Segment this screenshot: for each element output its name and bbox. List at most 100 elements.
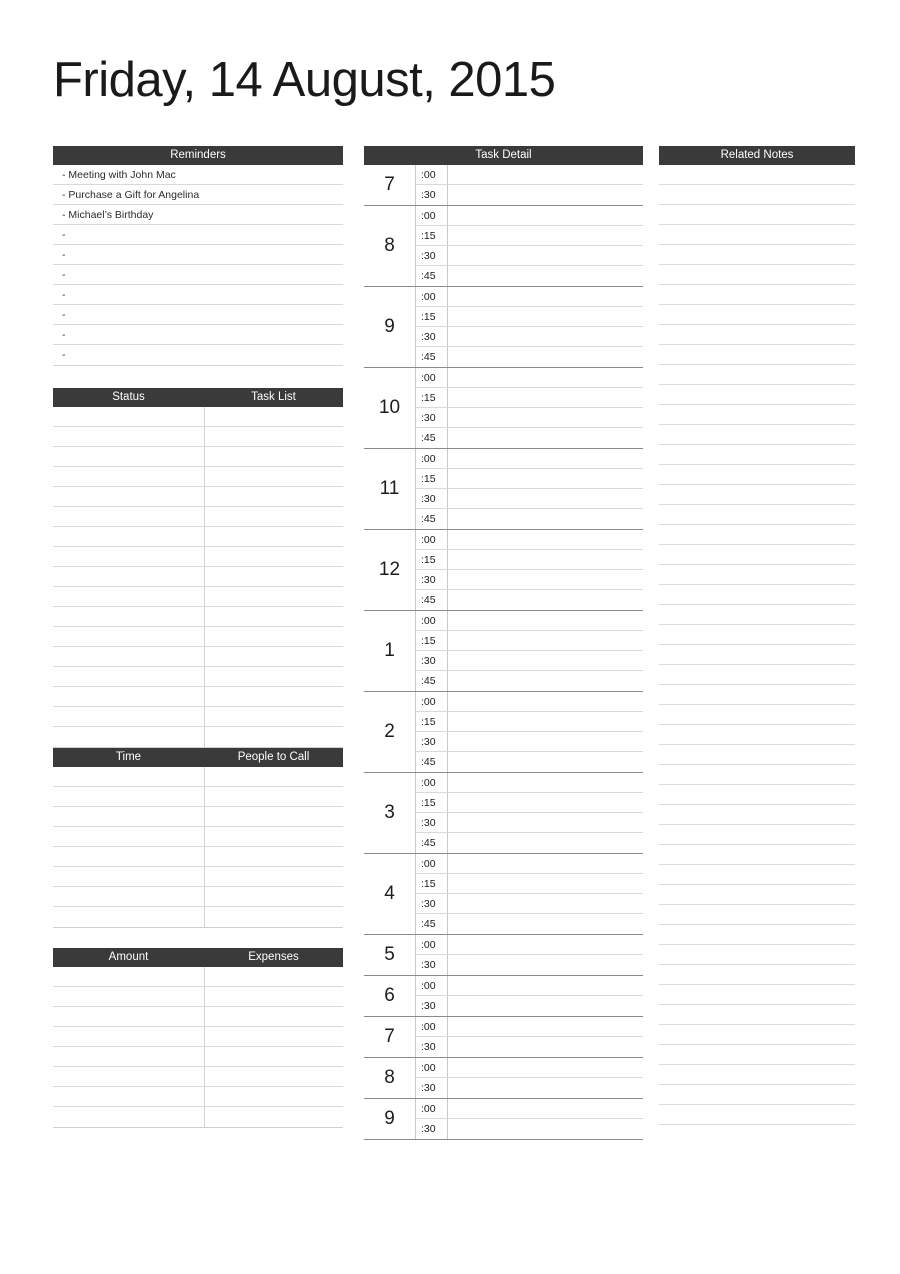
- task-detail-entry-field[interactable]: [447, 976, 643, 995]
- task-detail-entry-field[interactable]: [447, 935, 643, 954]
- task-list-row-right-cell[interactable]: [204, 507, 343, 526]
- task-list-row-right-cell[interactable]: [204, 427, 343, 446]
- task-detail-slot[interactable]: :30: [416, 813, 643, 833]
- related-notes-line[interactable]: [659, 685, 855, 705]
- task-list-row-right-cell[interactable]: [204, 447, 343, 466]
- people-to-call-row-right-cell[interactable]: [204, 807, 343, 826]
- task-detail-slot[interactable]: :45: [416, 914, 643, 934]
- related-notes-line[interactable]: [659, 905, 855, 925]
- task-list-row-right-cell[interactable]: [204, 627, 343, 646]
- task-detail-entry-field[interactable]: [447, 752, 643, 772]
- task-detail-entry-field[interactable]: [447, 185, 643, 205]
- expenses-row-right-cell[interactable]: [204, 1087, 343, 1106]
- task-detail-slot[interactable]: :45: [416, 347, 643, 367]
- expenses-row-right-cell[interactable]: [204, 967, 343, 986]
- task-list-row[interactable]: [53, 647, 343, 667]
- task-list-row[interactable]: [53, 627, 343, 647]
- task-detail-entry-field[interactable]: [447, 611, 643, 630]
- task-list-row-left-cell[interactable]: [53, 627, 204, 646]
- task-detail-entry-field[interactable]: [447, 732, 643, 751]
- task-detail-slot[interactable]: :45: [416, 509, 643, 529]
- related-notes-line[interactable]: [659, 665, 855, 685]
- task-detail-slot[interactable]: :00: [416, 611, 643, 631]
- people-to-call-row-left-cell[interactable]: [53, 827, 204, 846]
- task-detail-entry-field[interactable]: [447, 651, 643, 670]
- task-detail-entry-field[interactable]: [447, 914, 643, 934]
- reminder-row[interactable]: -: [53, 325, 343, 345]
- expenses-row-right-cell[interactable]: [204, 1067, 343, 1086]
- task-list-row[interactable]: [53, 587, 343, 607]
- expenses-row-left-cell[interactable]: [53, 1007, 204, 1026]
- task-detail-slot[interactable]: :30: [416, 651, 643, 671]
- related-notes-line[interactable]: [659, 1085, 855, 1105]
- task-detail-entry-field[interactable]: [447, 165, 643, 184]
- task-detail-slot[interactable]: :00: [416, 449, 643, 469]
- task-list-row-right-cell[interactable]: [204, 707, 343, 726]
- people-to-call-row-left-cell[interactable]: [53, 887, 204, 906]
- related-notes-line[interactable]: [659, 285, 855, 305]
- task-detail-slot[interactable]: :00: [416, 368, 643, 388]
- reminder-row[interactable]: -: [53, 245, 343, 265]
- related-notes-line[interactable]: [659, 585, 855, 605]
- task-list-row-left-cell[interactable]: [53, 687, 204, 706]
- task-detail-slot[interactable]: :00: [416, 287, 643, 307]
- task-detail-slot[interactable]: :45: [416, 590, 643, 610]
- task-detail-slot[interactable]: :30: [416, 1037, 643, 1057]
- task-detail-slot[interactable]: :00: [416, 1017, 643, 1037]
- task-list-row-right-cell[interactable]: [204, 487, 343, 506]
- expenses-row[interactable]: [53, 987, 343, 1007]
- task-detail-entry-field[interactable]: [447, 307, 643, 326]
- task-detail-entry-field[interactable]: [447, 489, 643, 508]
- people-to-call-row-left-cell[interactable]: [53, 847, 204, 866]
- task-list-row[interactable]: [53, 687, 343, 707]
- task-detail-slot[interactable]: :30: [416, 570, 643, 590]
- reminder-row[interactable]: -: [53, 265, 343, 285]
- task-list-row[interactable]: [53, 547, 343, 567]
- task-detail-slot[interactable]: :00: [416, 976, 643, 996]
- related-notes-line[interactable]: [659, 485, 855, 505]
- task-list-row[interactable]: [53, 567, 343, 587]
- related-notes-line[interactable]: [659, 425, 855, 445]
- task-detail-slot[interactable]: :30: [416, 1119, 643, 1139]
- task-detail-slot[interactable]: :30: [416, 732, 643, 752]
- task-detail-slot[interactable]: :30: [416, 489, 643, 509]
- task-list-row[interactable]: [53, 487, 343, 507]
- reminder-row[interactable]: - Michael’s Birthday: [53, 205, 343, 225]
- task-list-row-right-cell[interactable]: [204, 407, 343, 426]
- people-to-call-row[interactable]: [53, 767, 343, 787]
- task-detail-entry-field[interactable]: [447, 347, 643, 367]
- people-to-call-row-left-cell[interactable]: [53, 907, 204, 927]
- task-detail-entry-field[interactable]: [447, 388, 643, 407]
- expenses-row[interactable]: [53, 1007, 343, 1027]
- task-detail-slot[interactable]: :15: [416, 874, 643, 894]
- task-detail-entry-field[interactable]: [447, 469, 643, 488]
- task-list-row[interactable]: [53, 407, 343, 427]
- people-to-call-row[interactable]: [53, 867, 343, 887]
- task-detail-slot[interactable]: :30: [416, 185, 643, 205]
- related-notes-line[interactable]: [659, 245, 855, 265]
- task-detail-slot[interactable]: :15: [416, 388, 643, 408]
- task-detail-entry-field[interactable]: [447, 1037, 643, 1057]
- task-detail-entry-field[interactable]: [447, 692, 643, 711]
- expenses-row-right-cell[interactable]: [204, 987, 343, 1006]
- task-detail-entry-field[interactable]: [447, 894, 643, 913]
- task-list-row-left-cell[interactable]: [53, 587, 204, 606]
- expenses-row-right-cell[interactable]: [204, 1027, 343, 1046]
- task-list-row[interactable]: [53, 667, 343, 687]
- task-detail-slot[interactable]: :00: [416, 773, 643, 793]
- task-detail-slot[interactable]: :45: [416, 266, 643, 286]
- related-notes-line[interactable]: [659, 545, 855, 565]
- people-to-call-row-right-cell[interactable]: [204, 867, 343, 886]
- people-to-call-row[interactable]: [53, 827, 343, 847]
- task-list-row-left-cell[interactable]: [53, 527, 204, 546]
- people-to-call-row-right-cell[interactable]: [204, 827, 343, 846]
- related-notes-line[interactable]: [659, 365, 855, 385]
- task-detail-slot[interactable]: :30: [416, 246, 643, 266]
- task-list-row-right-cell[interactable]: [204, 527, 343, 546]
- expenses-row-right-cell[interactable]: [204, 1107, 343, 1127]
- task-detail-entry-field[interactable]: [447, 428, 643, 448]
- task-detail-entry-field[interactable]: [447, 206, 643, 225]
- task-detail-slot[interactable]: :00: [416, 165, 643, 185]
- task-detail-slot[interactable]: :15: [416, 793, 643, 813]
- related-notes-line[interactable]: [659, 1025, 855, 1045]
